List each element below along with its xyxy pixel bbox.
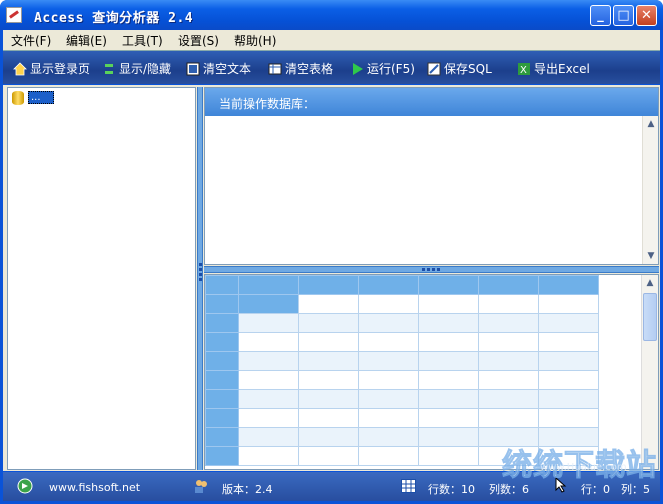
app-window: Access 查询分析器 2.4 _ □ ✕ 文件(F) 编辑(E) 工具(T)…: [0, 0, 663, 504]
window-title: Access 查询分析器 2.4: [34, 11, 194, 26]
splitter-grip: [422, 268, 440, 271]
database-node[interactable]: ...: [28, 91, 54, 104]
table-row[interactable]: [205, 313, 599, 333]
run-button[interactable]: 运行(F5): [350, 60, 415, 77]
show-login-button[interactable]: 显示登录页: [13, 60, 90, 77]
client-area: ... 当前操作数据库： ▲ ▼ ▲: [3, 85, 660, 471]
scroll-up-icon[interactable]: ▲: [644, 116, 658, 132]
toolbar: 显示登录页 显示/隐藏 清空文本 清空表格 运行(F5) 保存SQL X 导出E…: [3, 50, 660, 84]
svg-text:X: X: [520, 65, 527, 76]
clear-table-label: 清空表格: [285, 62, 334, 76]
watermark-url: www.Hualue.com: [540, 462, 627, 473]
horizontal-splitter[interactable]: [204, 266, 659, 273]
table-icon: [268, 62, 282, 76]
grid-header-row: [205, 275, 599, 295]
menu-tools[interactable]: 工具(T): [122, 32, 163, 49]
scroll-thumb[interactable]: [643, 293, 657, 341]
app-icon: [6, 7, 22, 23]
scroll-up-icon[interactable]: ▲: [643, 275, 657, 291]
show-hide-label: 显示/隐藏: [119, 62, 172, 76]
table-row[interactable]: [205, 332, 599, 352]
grid-icon: [401, 479, 416, 496]
website-link[interactable]: www.fishsoft.net: [49, 481, 140, 494]
clear-table-button[interactable]: 清空表格: [268, 60, 333, 77]
menu-help[interactable]: 帮助(H): [234, 32, 276, 49]
table-row[interactable]: [205, 389, 599, 409]
export-excel-label: 导出Excel: [534, 62, 590, 76]
database-icon: [12, 91, 24, 105]
maximize-button[interactable]: □: [613, 5, 634, 26]
splitter-grip: [199, 263, 202, 281]
go-arrow-icon[interactable]: [17, 478, 33, 497]
scroll-down-icon[interactable]: ▼: [644, 248, 658, 264]
toggle-icon: [102, 62, 116, 76]
save-sql-button[interactable]: 保存SQL: [427, 60, 492, 77]
show-hide-button[interactable]: 显示/隐藏: [102, 60, 171, 77]
editor-scrollbar[interactable]: ▲ ▼: [642, 116, 658, 264]
row-count: 行数：10: [428, 483, 475, 496]
run-label: 运行(F5): [367, 62, 415, 76]
title-bar[interactable]: Access 查询分析器 2.4 _ □ ✕: [0, 0, 663, 30]
show-login-label: 显示登录页: [30, 62, 91, 76]
table-row[interactable]: [205, 294, 599, 314]
menu-edit[interactable]: 编辑(E): [66, 32, 107, 49]
menu-bar: 文件(F) 编辑(E) 工具(T) 设置(S) 帮助(H): [3, 30, 660, 50]
results-table: [205, 275, 599, 466]
play-icon: [350, 62, 364, 76]
clear-text-button[interactable]: 清空文本: [186, 60, 251, 77]
clear-text-label: 清空文本: [203, 62, 252, 76]
version-text: 版本：2.4: [222, 483, 273, 496]
current-database-label: 当前操作数据库：: [205, 88, 658, 116]
clear-text-icon: [186, 62, 200, 76]
sql-editor[interactable]: 当前操作数据库： ▲ ▼: [204, 87, 659, 265]
table-row[interactable]: [205, 370, 599, 390]
menu-file[interactable]: 文件(F): [11, 32, 51, 49]
save-sql-label: 保存SQL: [444, 62, 492, 76]
home-icon: [13, 61, 27, 76]
table-row[interactable]: [205, 351, 599, 371]
excel-icon: X: [517, 62, 531, 76]
save-icon: [427, 62, 441, 76]
vertical-splitter[interactable]: [197, 87, 203, 470]
database-tree[interactable]: ...: [7, 87, 196, 470]
export-excel-button[interactable]: X 导出Excel: [517, 60, 590, 77]
users-icon: [193, 478, 209, 497]
minimize-button[interactable]: _: [590, 5, 611, 26]
close-button[interactable]: ✕: [636, 5, 657, 26]
menu-settings[interactable]: 设置(S): [178, 32, 219, 49]
table-row[interactable]: [205, 408, 599, 428]
